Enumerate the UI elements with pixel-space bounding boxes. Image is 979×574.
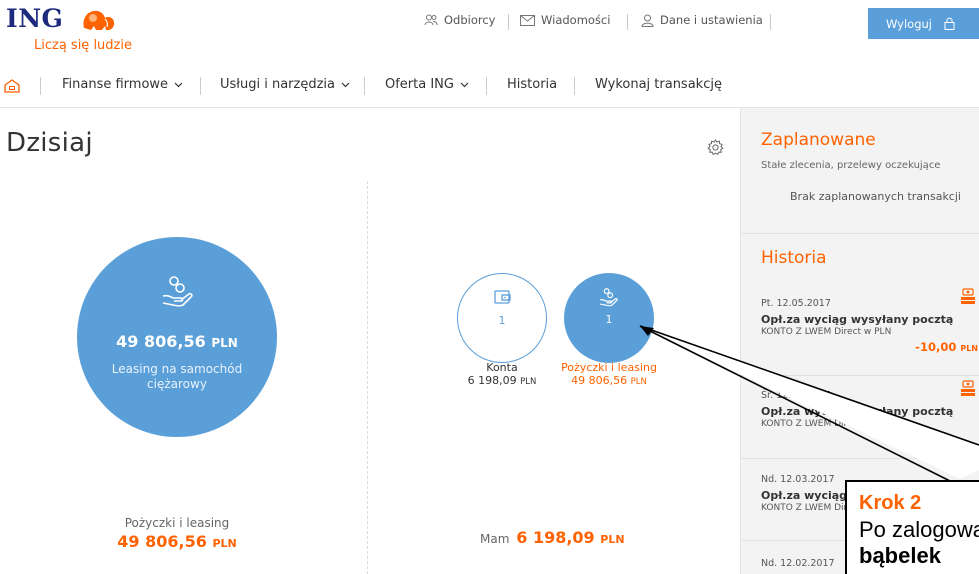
nav-separator xyxy=(200,77,201,95)
history-title-text: Opł.za wyciąg wysyłany pocztą xyxy=(761,313,954,326)
tutorial-callout: Krok 2 Po zalogowaniu bąbelek xyxy=(845,480,979,574)
people-icon xyxy=(424,14,438,26)
history-divider xyxy=(741,375,979,376)
settings-link[interactable]: Dane i ustawienia xyxy=(641,13,763,27)
loans-summary: Pożyczki i leasing 49 806,56 PLN xyxy=(77,516,277,551)
recipients-label: Odbiorcy xyxy=(444,13,496,27)
nav-label: Finanse firmowe xyxy=(62,77,169,92)
history-item[interactable]: Śr. 12.04.2017 Opł.za wyciąg wysyłany po… xyxy=(761,380,979,429)
planned-title[interactable]: Zaplanowane xyxy=(761,130,876,150)
nav-historia[interactable]: Historia xyxy=(507,77,557,92)
nav-separator xyxy=(508,14,509,30)
callout-step: Krok 2 xyxy=(859,492,922,514)
loans-summary-label: Pożyczki i leasing xyxy=(124,516,230,530)
coins-icon xyxy=(960,380,976,402)
hand-coins-icon xyxy=(599,287,619,311)
history-date: Śr. 12.04.2017 xyxy=(761,390,831,401)
history-account: KONTO Z LWEM Direct w PLN xyxy=(761,327,892,337)
nav-separator xyxy=(574,77,575,95)
nav-label: Usługi i narzędzia xyxy=(220,77,335,92)
user-icon xyxy=(641,14,654,27)
history-title[interactable]: Historia xyxy=(761,248,827,268)
loans-summary-amount: 49 806,56 PLN xyxy=(117,532,237,551)
envelope-icon xyxy=(520,14,535,26)
logo-text: ING xyxy=(6,4,64,33)
chevron-down-icon xyxy=(341,77,350,92)
nav-oferta-ing[interactable]: Oferta ING xyxy=(385,77,469,92)
logout-button[interactable]: Wyloguj xyxy=(868,8,979,39)
nav-uslugi-i-narzedzia[interactable]: Usługi i narzędzia xyxy=(220,77,350,92)
history-item[interactable]: Pt. 12.05.2017 Opł.za wyciąg wysyłany po… xyxy=(761,288,979,354)
history-account: KONTO Z LWEM Direct w PLN xyxy=(761,419,892,429)
chevron-down-icon xyxy=(174,77,183,92)
chevron-down-icon xyxy=(460,77,469,92)
loans-caption[interactable]: Pożyczki i leasing 49 806,56 PLN xyxy=(534,361,684,389)
balance-summary-amount: 6 198,09 PLN xyxy=(516,528,625,547)
loans-amount: 49 806,56 PLN xyxy=(571,374,647,387)
settings-label: Dane i ustawienia xyxy=(660,13,763,27)
nav-separator xyxy=(770,14,771,30)
lock-icon xyxy=(944,17,955,30)
planned-empty-message: Brak zaplanowanych transakcji xyxy=(790,190,961,203)
callout-bold-text: bąbelek xyxy=(859,543,941,568)
history-amount: -10,00 PLN xyxy=(915,340,978,354)
nav-separator xyxy=(40,77,41,95)
nav-label: Oferta ING xyxy=(385,77,454,92)
dashboard-divider xyxy=(367,181,368,574)
lion-logo-icon xyxy=(83,10,115,31)
loans-bubble[interactable]: 1 xyxy=(564,273,654,363)
logo-tagline: Liczą się ludzie xyxy=(34,38,132,53)
balance-summary: Mam 6 198,09 PLN xyxy=(480,528,625,547)
sidebar-divider xyxy=(741,233,979,234)
gear-icon[interactable] xyxy=(707,139,724,160)
balance-summary-label: Mam xyxy=(480,532,510,546)
history-date: Pt. 12.05.2017 xyxy=(761,298,831,309)
page-title: Dzisiaj xyxy=(6,128,93,158)
loan-highlight-bubble[interactable]: 49 806,56 PLN Leasing na samochód ciężar… xyxy=(77,237,277,437)
loans-name: Pożyczki i leasing xyxy=(561,361,657,374)
coins-icon xyxy=(960,288,976,310)
nav-separator xyxy=(627,14,628,30)
home-icon[interactable] xyxy=(4,79,20,97)
recipients-link[interactable]: Odbiorcy xyxy=(424,13,496,27)
nav-label: Wykonaj transakcję xyxy=(595,77,722,92)
nav-finanse-firmowe[interactable]: Finanse firmowe xyxy=(62,77,183,92)
history-title-text: Opł.za wyciąg wysyłany pocztą xyxy=(761,405,954,418)
nav-separator xyxy=(486,77,487,95)
nav-separator xyxy=(364,77,365,95)
hand-coins-icon xyxy=(161,274,195,312)
callout-text: Po zalogowaniu xyxy=(859,517,979,542)
nav-label: Historia xyxy=(507,77,558,92)
highlight-description: Leasing na samochód ciężarowy xyxy=(111,362,243,391)
messages-label: Wiadomości xyxy=(541,13,611,27)
logout-label: Wyloguj xyxy=(886,16,932,31)
planned-subtitle: Stałe zlecenia, przelewy oczekujące xyxy=(761,160,941,171)
nav-wykonaj-transakcje[interactable]: Wykonaj transakcję xyxy=(595,77,722,92)
wallet-icon xyxy=(493,288,513,310)
accounts-count: 1 xyxy=(498,314,506,327)
main-navigation: Finanse firmowe Usługi i narzędzia Ofert… xyxy=(0,75,979,97)
accounts-bubble[interactable]: 1 xyxy=(457,273,547,363)
history-divider xyxy=(741,458,979,459)
messages-link[interactable]: Wiadomości xyxy=(520,13,610,27)
loans-count: 1 xyxy=(605,313,613,326)
highlight-amount: 49 806,56 PLN xyxy=(116,332,238,351)
